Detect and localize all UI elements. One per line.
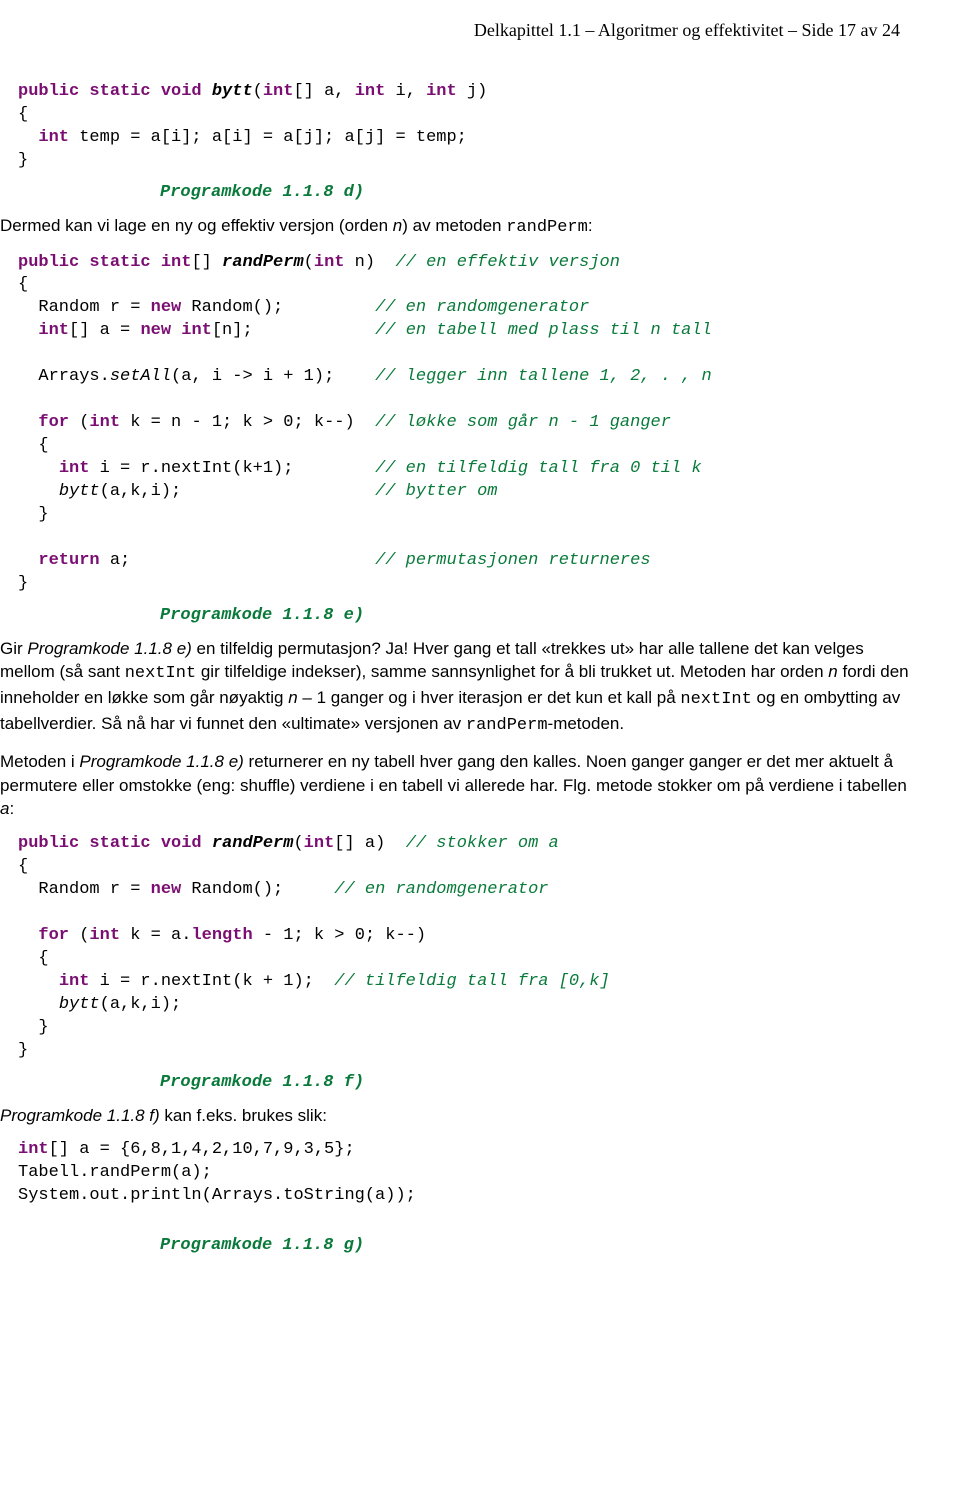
code-block-e: public static int[] randPerm(int n) // e…: [18, 252, 910, 596]
paragraph-4: Programkode 1.1.8 f) kan f.eks. brukes s…: [0, 1104, 910, 1128]
code-block-d: public static void bytt(int[] a, int i, …: [18, 81, 910, 173]
programkode-label-d: Programkode 1.1.8 d): [160, 183, 910, 202]
programkode-label-e: Programkode 1.1.8 e): [160, 606, 910, 625]
programkode-label-f: Programkode 1.1.8 f): [160, 1073, 910, 1092]
paragraph-3: Metoden i Programkode 1.1.8 e) returnere…: [0, 750, 910, 821]
page-header: Delkapittel 1.1 – Algoritmer og effektiv…: [0, 20, 910, 41]
document-page: Delkapittel 1.1 – Algoritmer og effektiv…: [0, 0, 960, 1295]
code-block-f: public static void randPerm(int[] a) // …: [18, 833, 910, 1062]
paragraph-1: Dermed kan vi lage en ny og effektiv ver…: [0, 214, 910, 240]
programkode-label-g: Programkode 1.1.8 g): [160, 1236, 910, 1255]
paragraph-2: Gir Programkode 1.1.8 e) en tilfeldig pe…: [0, 637, 910, 738]
code-block-g: int[] a = {6,8,1,4,2,10,7,9,3,5}; Tabell…: [18, 1139, 910, 1208]
